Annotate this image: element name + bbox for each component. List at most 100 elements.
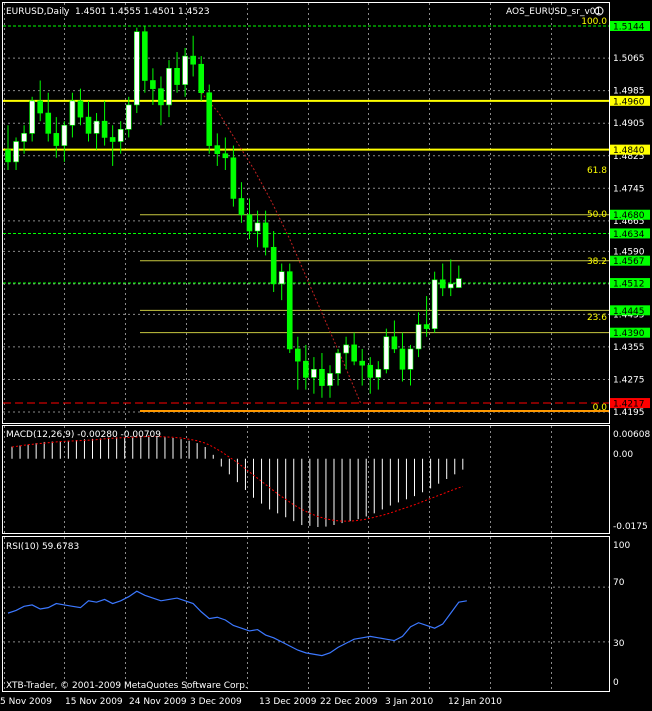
candle-body	[69, 100, 76, 126]
candle-body	[101, 120, 108, 138]
candle-body	[447, 283, 454, 289]
price-tick: 1.4745	[613, 184, 645, 194]
candle-body	[77, 100, 84, 118]
indicator-label: AOS_EURUSD_sr_v01	[506, 7, 601, 17]
candle-body	[367, 364, 374, 378]
date-axis: 5 Nov 2009 15 Nov 2009 24 Nov 2009 3 Dec 20…	[0, 697, 502, 707]
candle-body	[262, 222, 269, 248]
candle-body	[327, 373, 333, 386]
rsi-polyline	[7, 590, 467, 657]
candle-body	[270, 246, 277, 285]
candle-body	[238, 198, 245, 216]
date-tick: 3 Jan 2010	[385, 697, 433, 707]
macd-tick: 0.00	[613, 450, 633, 460]
date-tick: 15 Nov 2009	[65, 697, 123, 707]
candle-body	[391, 336, 398, 350]
price-tick: 1.4905	[613, 119, 645, 129]
macd-tick: -0.0175	[613, 522, 648, 532]
fib-label: 0.0	[593, 403, 608, 413]
candle-body	[303, 360, 309, 378]
candle-body	[198, 63, 204, 94]
candle-body	[29, 100, 35, 134]
date-tick: 13 Dec 2009	[259, 697, 317, 707]
price-tag-text: 1.4217	[613, 400, 645, 410]
price-tag-text: 1.4960	[613, 97, 645, 107]
candle-body	[407, 348, 414, 370]
candle-body	[109, 137, 116, 142]
price-tag-text: 1.5144	[613, 23, 645, 33]
candle-body	[206, 92, 213, 146]
date-tick: 12 Jan 2010	[448, 697, 502, 707]
candle-body	[214, 145, 221, 155]
rsi-pane-frame	[2, 536, 610, 692]
price-tag-text: 1.4445	[613, 307, 645, 317]
price-tick: 1.4985	[613, 87, 645, 97]
candle-body	[125, 104, 132, 130]
candle-body	[286, 271, 293, 350]
copyright-label: XTB-Trader, © 2001-2009 MetaQuotes Softw…	[6, 681, 248, 691]
rsi-tick: 0	[613, 678, 619, 688]
candle-body	[278, 271, 285, 285]
price-axis: 1.50651.49851.49051.48251.47451.46651.45…	[610, 21, 650, 688]
date-tick: 24 Nov 2009	[129, 697, 187, 707]
candlestick-series	[5, 26, 462, 398]
trading-chart[interactable]: 100.061.850.038.223.60.0 1.50651.49851.4…	[0, 0, 652, 711]
price-tag-text: 1.4512	[613, 280, 645, 290]
candle-body	[254, 222, 261, 232]
candle-body	[53, 133, 60, 146]
price-tag-text: 1.4567	[613, 257, 645, 267]
candle-body	[93, 120, 100, 134]
candle-body	[431, 279, 438, 329]
price-tick: 1.5065	[613, 54, 645, 64]
candle-body	[455, 278, 462, 288]
candle-body	[439, 279, 446, 289]
date-tick: 5 Nov 2009	[0, 697, 52, 707]
candle-body	[311, 368, 317, 378]
rsi-label: RSI(10) 59.6783	[6, 542, 79, 552]
candle-body	[13, 141, 19, 163]
candle-body	[375, 368, 382, 378]
candle-body	[319, 368, 325, 386]
candle-body	[415, 324, 422, 350]
candle-body	[166, 68, 172, 106]
candle-body	[351, 344, 357, 362]
price-tag-text: 1.4634	[613, 230, 645, 240]
rsi-line	[3, 586, 609, 657]
candle-body	[294, 348, 301, 362]
macd-pane-frame	[2, 425, 610, 534]
candle-body	[142, 31, 148, 81]
price-tick: 1.4275	[613, 375, 645, 385]
candle-body	[174, 68, 180, 85]
candle-body	[150, 80, 156, 89]
candle-body	[246, 214, 253, 232]
candle-body	[335, 352, 341, 374]
fib-label: 38.2	[587, 257, 607, 267]
candle-body	[230, 157, 237, 199]
candle-body	[343, 344, 349, 354]
macd-label: MACD(12,26,9) -0.00280 -0.00709	[6, 430, 161, 440]
candle-body	[359, 360, 366, 366]
rsi-tick: 100	[613, 541, 630, 551]
date-tick: 3 Dec 2009	[190, 697, 242, 707]
fib-label: 100.0	[581, 17, 607, 27]
price-tag-text: 1.4680	[613, 211, 645, 221]
candle-body	[222, 153, 229, 159]
candle-body	[61, 124, 68, 146]
fib-label: 23.6	[587, 313, 607, 323]
ohlc-values: 1.4501 1.4555 1.4501 1.4523	[75, 7, 210, 17]
candle-body	[134, 31, 140, 106]
candle-body	[182, 55, 188, 85]
symbol-label: EURUSD,Daily	[6, 7, 70, 17]
rsi-tick: 70	[613, 578, 625, 588]
candle-body	[158, 88, 164, 106]
candle-body	[399, 348, 406, 370]
candle-body	[423, 324, 430, 329]
price-tag-text: 1.4390	[613, 329, 645, 339]
candle-body	[117, 129, 124, 142]
fib-label: 50.0	[587, 210, 607, 220]
price-tick: 1.4355	[613, 343, 645, 353]
candle-body	[5, 149, 11, 163]
candle-body	[190, 55, 196, 65]
candle-body	[37, 100, 44, 114]
rsi-tick: 30	[613, 639, 625, 649]
